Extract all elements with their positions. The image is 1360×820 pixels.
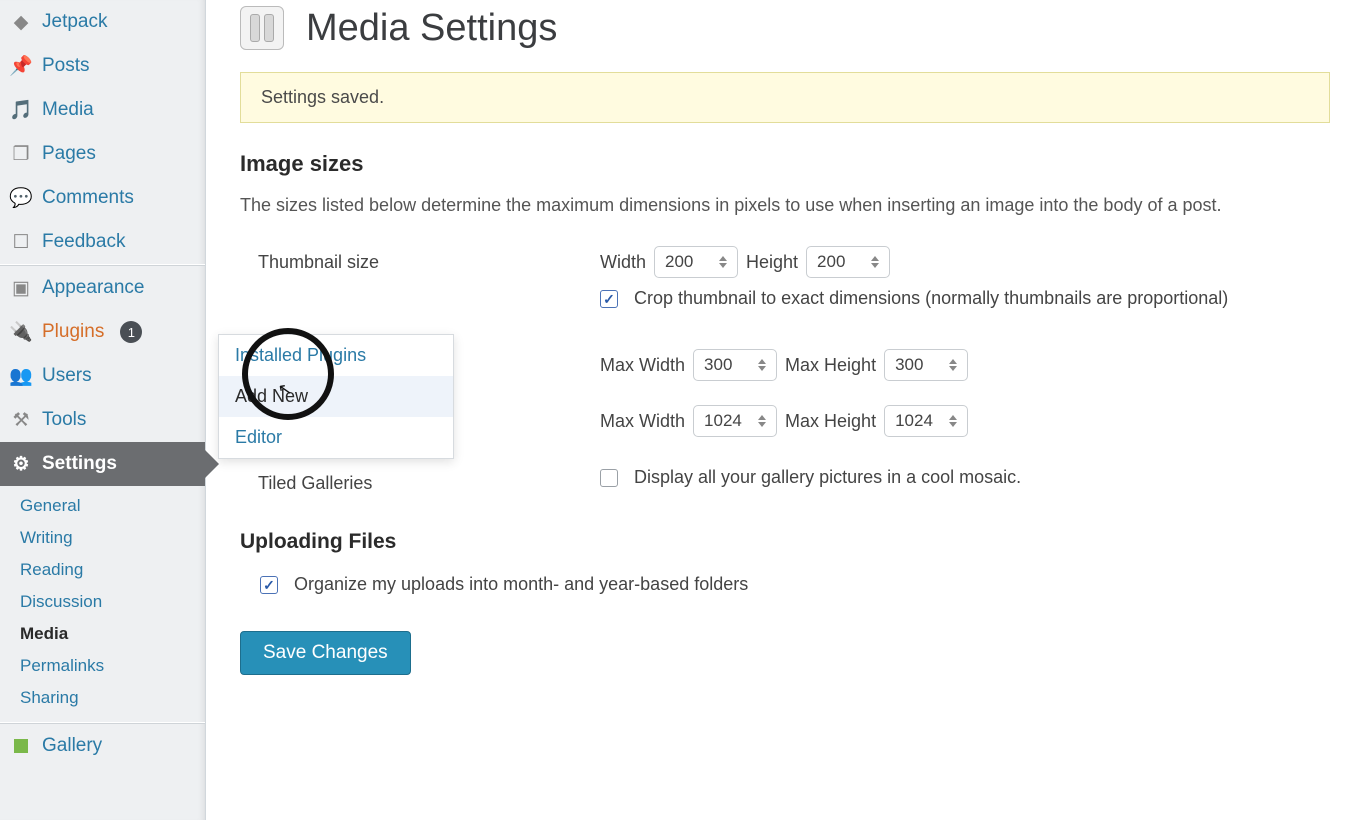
label-tiled-mosaic: Display all your gallery pictures in a c…: [634, 467, 1021, 488]
sidebar-label: Plugins: [42, 321, 104, 343]
media-icon: 🎵: [10, 99, 32, 121]
sidebar-item-jetpack[interactable]: ◆ Jetpack: [0, 0, 205, 44]
submenu-discussion[interactable]: Discussion: [18, 586, 205, 618]
checkbox-organize-uploads[interactable]: [260, 576, 278, 594]
image-sizes-description: The sizes listed below determine the max…: [240, 195, 1300, 216]
label-tiled-galleries: Tiled Galleries: [240, 467, 600, 494]
large-max-width-input[interactable]: 1024: [693, 405, 777, 437]
stepper-icon[interactable]: [758, 359, 770, 371]
medium-max-height-input[interactable]: 300: [884, 349, 968, 381]
sidebar-label: Media: [42, 99, 94, 121]
sidebar-item-gallery[interactable]: Gallery: [0, 724, 205, 768]
flyout-editor[interactable]: Editor: [219, 417, 453, 458]
sidebar-item-pages[interactable]: ❐ Pages: [0, 132, 205, 176]
sidebar-label: Settings: [42, 453, 117, 475]
submenu-writing[interactable]: Writing: [18, 522, 205, 554]
sidebar-label: Gallery: [42, 735, 102, 757]
plugins-flyout-menu: Installed Plugins Add New Editor: [218, 334, 454, 459]
value: 1024: [895, 411, 933, 431]
flyout-installed-plugins[interactable]: Installed Plugins: [219, 335, 453, 376]
checkbox-crop-thumbnail[interactable]: [600, 290, 618, 308]
sidebar-label: Feedback: [42, 231, 125, 253]
thumbnail-height-input[interactable]: 200: [806, 246, 890, 278]
stepper-icon[interactable]: [871, 256, 883, 268]
sidebar-label: Appearance: [42, 277, 144, 299]
value: 200: [817, 252, 845, 272]
settings-saved-notice: Settings saved.: [240, 72, 1330, 123]
label-max-height: Max Height: [785, 355, 876, 376]
settings-submenu: General Writing Reading Discussion Media…: [0, 486, 205, 722]
label-thumbnail-size: Thumbnail size: [240, 246, 600, 273]
page-icon-media-settings: [240, 6, 284, 50]
submenu-general[interactable]: General: [18, 490, 205, 522]
page-title: Media Settings: [306, 7, 557, 50]
label-max-width: Max Width: [600, 411, 685, 432]
sidebar-item-tools[interactable]: ⚒ Tools: [0, 398, 205, 442]
pin-icon: 📌: [10, 55, 32, 77]
sidebar-label: Comments: [42, 187, 134, 209]
heading-uploading-files: Uploading Files: [240, 530, 1330, 554]
sidebar-item-plugins[interactable]: 🔌 Plugins 1: [0, 310, 205, 354]
save-changes-button[interactable]: Save Changes: [240, 631, 411, 675]
plugins-update-badge: 1: [120, 321, 142, 343]
gallery-icon: [10, 735, 32, 757]
value: 300: [895, 355, 923, 375]
heading-image-sizes: Image sizes: [240, 151, 1330, 177]
sidebar-item-media[interactable]: 🎵 Media: [0, 88, 205, 132]
sidebar-item-posts[interactable]: 📌 Posts: [0, 44, 205, 88]
thumbnail-width-input[interactable]: 200: [654, 246, 738, 278]
large-max-height-input[interactable]: 1024: [884, 405, 968, 437]
label-width: Width: [600, 252, 646, 273]
submenu-permalinks[interactable]: Permalinks: [18, 650, 205, 682]
pages-icon: ❐: [10, 143, 32, 165]
stepper-icon[interactable]: [949, 415, 961, 427]
submenu-sharing[interactable]: Sharing: [18, 682, 205, 714]
feedback-icon: ☐: [10, 231, 32, 253]
appearance-icon: ▣: [10, 277, 32, 299]
comments-icon: 💬: [10, 187, 32, 209]
settings-icon: ⚙: [10, 453, 32, 475]
label-max-width: Max Width: [600, 355, 685, 376]
admin-sidebar: ◆ Jetpack 📌 Posts 🎵 Media ❐ Pages 💬 Comm…: [0, 0, 206, 820]
jetpack-icon: ◆: [10, 11, 32, 33]
sidebar-item-feedback[interactable]: ☐ Feedback: [0, 220, 205, 264]
label-crop-thumbnail: Crop thumbnail to exact dimensions (norm…: [634, 288, 1228, 309]
submenu-reading[interactable]: Reading: [18, 554, 205, 586]
checkbox-tiled-galleries[interactable]: [600, 469, 618, 487]
label-organize-uploads: Organize my uploads into month- and year…: [294, 574, 748, 595]
sidebar-item-settings[interactable]: ⚙ Settings: [0, 442, 205, 486]
stepper-icon[interactable]: [719, 256, 731, 268]
submenu-media[interactable]: Media: [18, 618, 205, 650]
flyout-add-new[interactable]: Add New: [219, 376, 453, 417]
sidebar-label: Pages: [42, 143, 96, 165]
sidebar-item-comments[interactable]: 💬 Comments: [0, 176, 205, 220]
sidebar-item-appearance[interactable]: ▣ Appearance: [0, 266, 205, 310]
plugins-icon: 🔌: [10, 321, 32, 343]
value: 300: [704, 355, 732, 375]
medium-max-width-input[interactable]: 300: [693, 349, 777, 381]
label-height: Height: [746, 252, 798, 273]
value: 200: [665, 252, 693, 272]
stepper-icon[interactable]: [949, 359, 961, 371]
value: 1024: [704, 411, 742, 431]
tools-icon: ⚒: [10, 409, 32, 431]
sidebar-item-users[interactable]: 👥 Users: [0, 354, 205, 398]
sidebar-label: Tools: [42, 409, 86, 431]
sidebar-label: Posts: [42, 55, 90, 77]
label-max-height: Max Height: [785, 411, 876, 432]
sidebar-label: Users: [42, 365, 92, 387]
stepper-icon[interactable]: [758, 415, 770, 427]
users-icon: 👥: [10, 365, 32, 387]
sidebar-label: Jetpack: [42, 11, 107, 33]
